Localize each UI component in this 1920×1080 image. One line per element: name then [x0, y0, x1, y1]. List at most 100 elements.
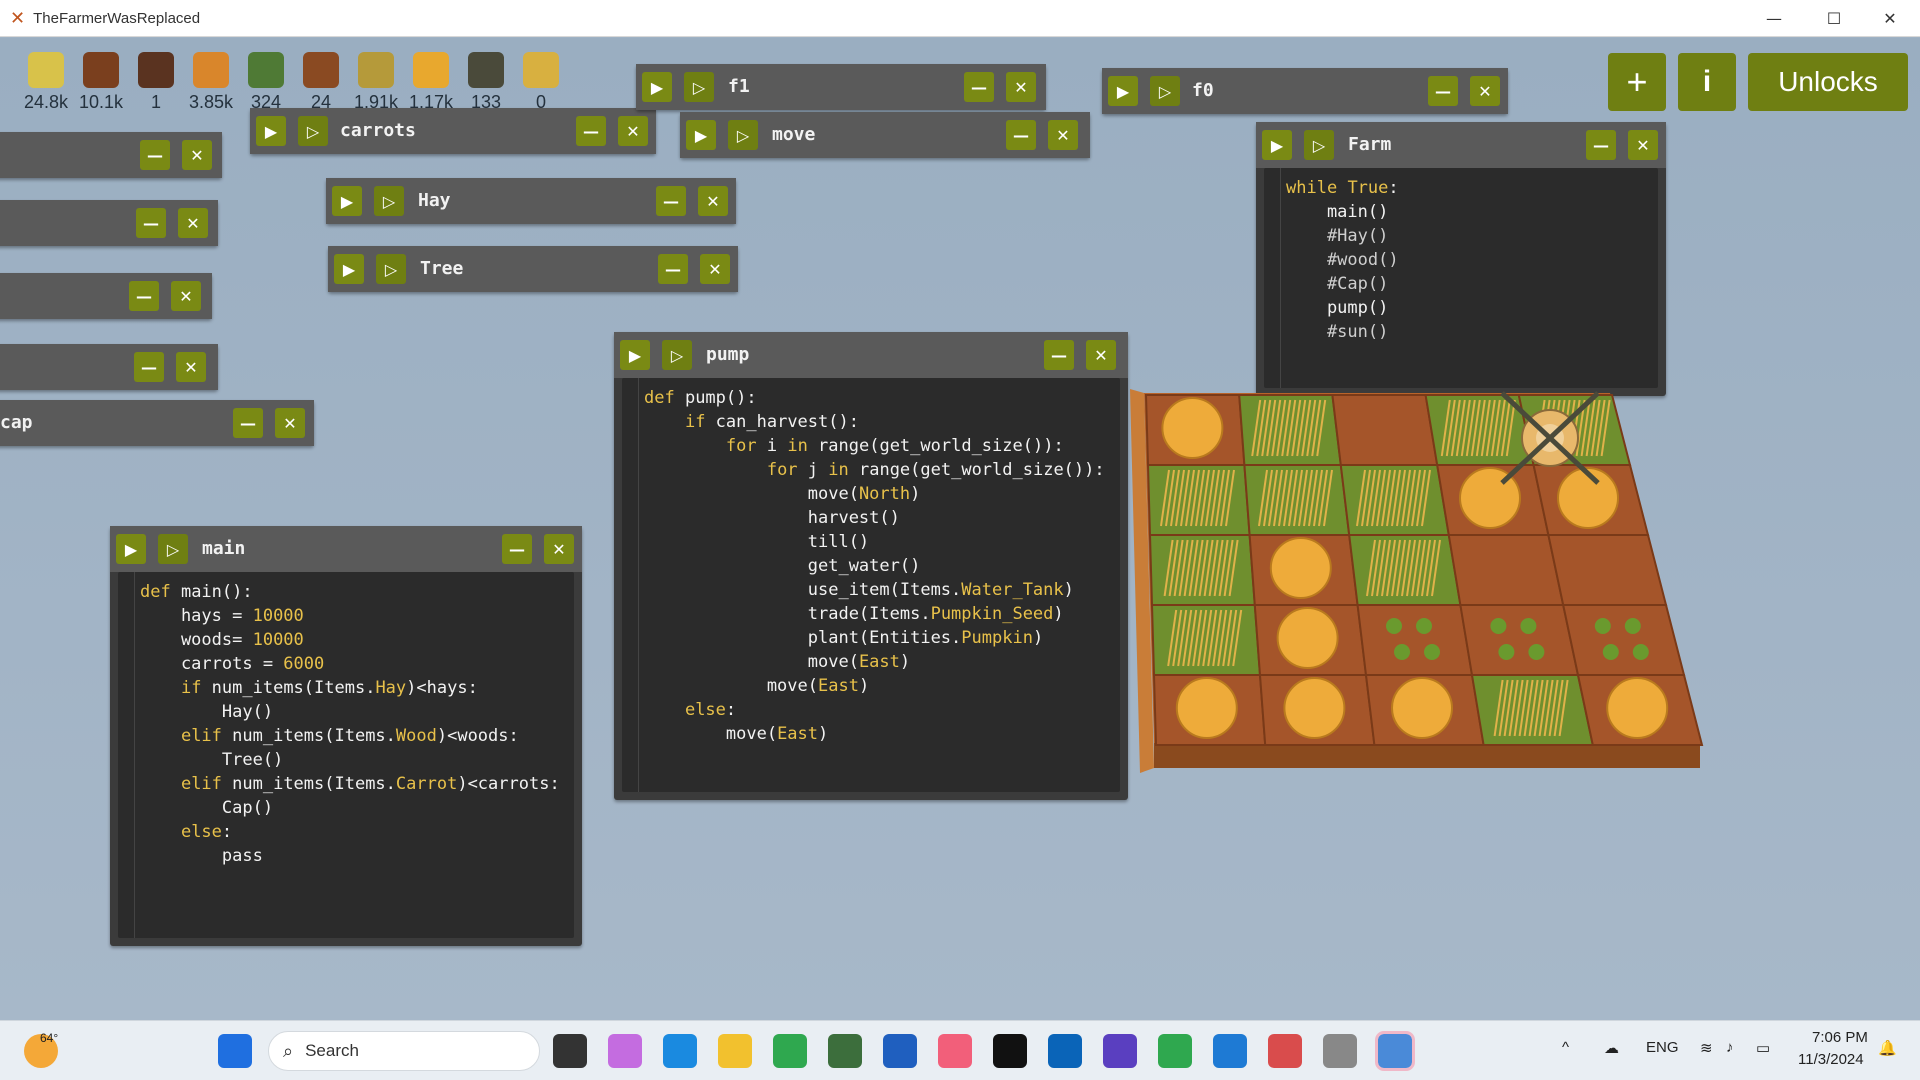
minimize-icon[interactable]: —	[136, 208, 166, 238]
clock-date[interactable]: 11/3/2024	[1798, 1051, 1864, 1068]
chrome-profile2-icon[interactable]	[1268, 1034, 1302, 1068]
code-line[interactable]: #Cap()	[1264, 272, 1658, 296]
step-button[interactable]: ▷	[684, 72, 714, 102]
code-line[interactable]: get_water()	[622, 554, 1120, 578]
run-button[interactable]: ▶	[686, 120, 716, 150]
run-button[interactable]: ▶	[620, 340, 650, 370]
minimize-icon[interactable]: —	[964, 72, 994, 102]
code-line[interactable]: carrots = 6000	[118, 652, 574, 676]
code-line[interactable]: else:	[622, 698, 1120, 722]
code-line[interactable]: elif num_items(Items.Carrot)<carrots:	[118, 772, 574, 796]
code-line[interactable]: elif num_items(Items.Wood)<woods:	[118, 724, 574, 748]
minimize-icon[interactable]: —	[1586, 130, 1616, 160]
battery-icon[interactable]: ▭	[1756, 1039, 1770, 1057]
code-line[interactable]: def main():	[118, 580, 574, 604]
onedrive-icon[interactable]: ☁	[1604, 1039, 1619, 1057]
close-icon[interactable]: ✕	[1470, 76, 1500, 106]
code-line[interactable]: trade(Items.Pumpkin_Seed)	[622, 602, 1120, 626]
step-button[interactable]: ▷	[158, 534, 188, 564]
game-icon[interactable]	[1323, 1034, 1357, 1068]
run-button[interactable]: ▶	[334, 254, 364, 284]
close-icon[interactable]: ✕	[182, 140, 212, 170]
close-icon[interactable]: ✕	[700, 254, 730, 284]
chevron-up-icon[interactable]: ^	[1562, 1039, 1569, 1056]
step-button[interactable]: ▷	[374, 186, 404, 216]
close-icon[interactable]: ✕	[1086, 340, 1116, 370]
run-button[interactable]: ▶	[332, 186, 362, 216]
vscode-icon[interactable]	[1213, 1034, 1247, 1068]
minimize-icon[interactable]: —	[502, 534, 532, 564]
code-line[interactable]: till()	[622, 530, 1120, 554]
code-line[interactable]: harvest()	[622, 506, 1120, 530]
chrome-icon[interactable]	[773, 1034, 807, 1068]
code-line[interactable]: woods= 10000	[118, 628, 574, 652]
app2-icon[interactable]	[1103, 1034, 1137, 1068]
task-view-icon[interactable]	[553, 1034, 587, 1068]
code-line[interactable]: #wood()	[1264, 248, 1658, 272]
code-line[interactable]: def pump():	[622, 386, 1120, 410]
minimize-icon[interactable]: —	[658, 254, 688, 284]
close-icon[interactable]: ✕	[1006, 72, 1036, 102]
run-button[interactable]: ▶	[1108, 76, 1138, 106]
notification-bell-icon[interactable]: 🔔	[1878, 1039, 1897, 1057]
step-button[interactable]: ▷	[728, 120, 758, 150]
minimize-icon[interactable]: —	[576, 116, 606, 146]
info-button[interactable]: i	[1678, 53, 1736, 111]
code-editor[interactable]: def pump(): if can_harvest(): for i in r…	[622, 378, 1120, 792]
code-line[interactable]: if can_harvest():	[622, 410, 1120, 434]
volume-icon[interactable]: ♪	[1726, 1039, 1734, 1056]
maximize-window-button[interactable]: ☐	[1804, 0, 1864, 37]
step-button[interactable]: ▷	[1304, 130, 1334, 160]
minimize-window-button[interactable]: —	[1744, 0, 1804, 37]
chrome-profile-icon[interactable]	[1158, 1034, 1192, 1068]
close-icon[interactable]: ✕	[275, 408, 305, 438]
code-line[interactable]: for j in range(get_world_size()):	[622, 458, 1120, 482]
outlook-icon[interactable]	[1048, 1034, 1082, 1068]
minimize-icon[interactable]: —	[233, 408, 263, 438]
minimize-icon[interactable]: —	[134, 352, 164, 382]
code-editor[interactable]: while True: main() #Hay() #wood() #Cap()…	[1264, 168, 1658, 388]
code-line[interactable]: #sun()	[1264, 320, 1658, 344]
minimize-icon[interactable]: —	[1006, 120, 1036, 150]
code-line[interactable]: for i in range(get_world_size()):	[622, 434, 1120, 458]
wifi-icon[interactable]: ≋	[1700, 1039, 1713, 1057]
run-button[interactable]: ▶	[1262, 130, 1292, 160]
app-icon[interactable]	[828, 1034, 862, 1068]
file-explorer-icon[interactable]	[718, 1034, 752, 1068]
step-button[interactable]: ▷	[662, 340, 692, 370]
minimize-icon[interactable]: —	[129, 281, 159, 311]
run-button[interactable]: ▶	[642, 72, 672, 102]
run-button[interactable]: ▶	[116, 534, 146, 564]
close-icon[interactable]: ✕	[1048, 120, 1078, 150]
store-icon[interactable]	[883, 1034, 917, 1068]
copilot-icon[interactable]	[608, 1034, 642, 1068]
photos-icon[interactable]	[1375, 1031, 1415, 1071]
code-editor[interactable]: def main(): hays = 10000 woods= 10000 ca…	[118, 572, 574, 938]
close-icon[interactable]: ✕	[698, 186, 728, 216]
minimize-icon[interactable]: —	[1044, 340, 1074, 370]
code-line[interactable]: Cap()	[118, 796, 574, 820]
language-indicator[interactable]: ENG	[1646, 1039, 1679, 1056]
step-button[interactable]: ▷	[298, 116, 328, 146]
step-button[interactable]: ▷	[1150, 76, 1180, 106]
edge-icon[interactable]	[663, 1034, 697, 1068]
code-line[interactable]: pump()	[1264, 296, 1658, 320]
close-icon[interactable]: ✕	[178, 208, 208, 238]
start-icon[interactable]	[218, 1034, 252, 1068]
clock-time[interactable]: 7:06 PM	[1812, 1029, 1868, 1046]
code-line[interactable]: move(East)	[622, 650, 1120, 674]
add-window-button[interactable]: +	[1608, 53, 1666, 111]
minimize-icon[interactable]: —	[1428, 76, 1458, 106]
code-line[interactable]: #Hay()	[1264, 224, 1658, 248]
run-button[interactable]: ▶	[256, 116, 286, 146]
step-button[interactable]: ▷	[376, 254, 406, 284]
live-icon[interactable]	[993, 1034, 1027, 1068]
code-line[interactable]: main()	[1264, 200, 1658, 224]
code-line[interactable]: move(East)	[622, 674, 1120, 698]
code-line[interactable]: plant(Entities.Pumpkin)	[622, 626, 1120, 650]
code-line[interactable]: move(East)	[622, 722, 1120, 746]
search-input[interactable]: ⌕ Search	[268, 1031, 540, 1071]
itunes-icon[interactable]	[938, 1034, 972, 1068]
code-line[interactable]: if num_items(Items.Hay)<hays:	[118, 676, 574, 700]
code-line[interactable]: Tree()	[118, 748, 574, 772]
